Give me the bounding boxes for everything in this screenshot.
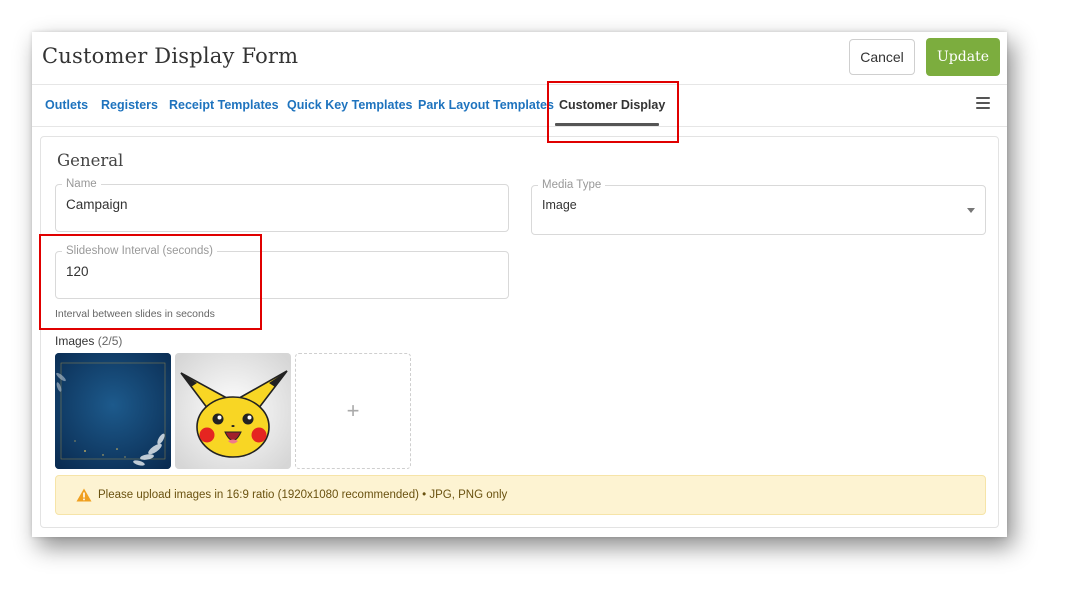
image-thumbnail-2[interactable] [175,353,291,469]
form-header: Customer Display Form Cancel Update [32,32,1007,85]
tab-park-layout-templates[interactable]: Park Layout Templates [418,98,554,112]
media-type-select[interactable]: Media Type Image [531,179,986,235]
images-label: Images (2/5) [55,334,122,348]
upload-notice-text: Please upload images in 16:9 ratio (1920… [98,489,508,501]
update-button[interactable]: Update [926,38,1000,76]
images-count: (2/5) [97,334,123,348]
add-image-button[interactable]: + [295,353,411,469]
highlight-box-customer-display-tab [547,81,679,143]
media-type-label: Media Type [542,179,602,191]
tab-bar: Outlets Registers Receipt Templates Quic… [32,85,1007,127]
name-field-value: Campaign [66,197,128,212]
media-type-value: Image [542,198,577,212]
tab-receipt-templates[interactable]: Receipt Templates [169,98,279,112]
cancel-button[interactable]: Cancel [849,39,915,75]
tab-quick-key-templates[interactable]: Quick Key Templates [287,98,413,112]
pikachu-face-image [175,353,291,469]
section-title: General [57,151,124,170]
images-label-text: Images [55,334,95,348]
highlight-box-slideshow-interval [39,234,262,330]
page-title: Customer Display Form [42,44,299,68]
tab-outlets[interactable]: Outlets [45,98,88,112]
name-field[interactable]: Name Campaign [55,178,509,232]
upload-notice: Please upload images in 16:9 ratio (1920… [55,475,986,515]
warning-icon [76,488,92,502]
tab-registers[interactable]: Registers [101,98,158,112]
dropdown-arrow-icon [967,208,975,213]
name-field-label: Name [66,178,97,190]
blue-background-image [55,353,171,469]
general-card: General Name Campaign Media Type Image S… [40,136,999,528]
image-thumbnail-1[interactable] [55,353,171,469]
hamburger-menu-icon[interactable] [976,97,990,109]
